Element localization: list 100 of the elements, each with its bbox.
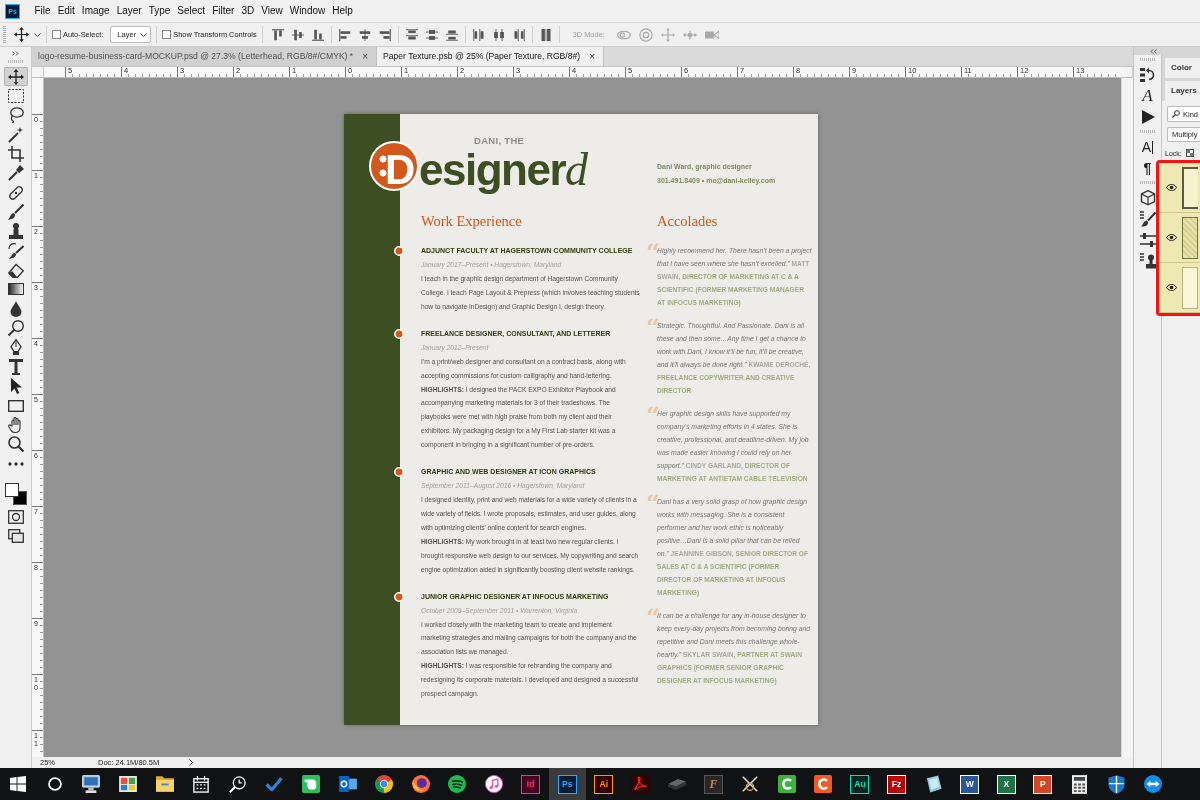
taskbar-button[interactable]: P	[1024, 768, 1062, 800]
taskbar-button[interactable]: W	[951, 768, 989, 800]
lollipop-icon	[7, 320, 24, 337]
menu-item[interactable]: Type	[145, 4, 174, 18]
stamp-icon	[7, 223, 24, 240]
menu-item[interactable]: Layer	[113, 4, 146, 18]
styles-button[interactable]: A	[1139, 88, 1156, 104]
taskbar-button[interactable]: Id	[512, 768, 549, 800]
layer-row[interactable]	[1159, 213, 1200, 263]
undo-list-icon[interactable]	[1139, 67, 1156, 83]
paragraph-button[interactable]: ¶	[1139, 160, 1156, 176]
two-columns-icon[interactable]	[539, 28, 552, 41]
timeline-dot-icon	[394, 328, 404, 339]
glass-pane-icon	[924, 775, 942, 793]
menu-item[interactable]: 3D	[237, 4, 258, 18]
ring-tile-icon	[338, 776, 357, 792]
distribute-center-icon[interactable]	[492, 28, 505, 41]
eraser-icon	[7, 262, 24, 279]
panel-tab[interactable]: Color	[1165, 58, 1200, 78]
auto-select-checkbox[interactable]	[52, 30, 61, 39]
music-note-icon	[485, 775, 503, 793]
menu-item[interactable]: Image	[78, 4, 114, 18]
sound-waves-icon	[448, 775, 467, 793]
close-button[interactable]: ×	[589, 51, 595, 62]
color-swatches-icon[interactable]	[4, 483, 27, 506]
crop-icon	[7, 146, 24, 163]
section-heading: Work Experience	[421, 212, 522, 230]
slab-icon	[668, 778, 686, 790]
checkmark-icon	[265, 777, 284, 791]
caret-icon[interactable]	[34, 32, 41, 37]
menu-item[interactable]: Window	[286, 4, 329, 18]
start-icon	[10, 776, 27, 792]
menu-item[interactable]: Help	[328, 4, 357, 18]
brush-arc-icon	[7, 242, 24, 259]
align-center-icon[interactable]	[358, 28, 371, 41]
menu-item[interactable]: Select	[173, 4, 209, 18]
chevron-right-icon[interactable]	[189, 759, 194, 766]
grip-icon[interactable]	[1139, 181, 1156, 184]
align-bottom-icon[interactable]	[311, 28, 324, 41]
distribute-middle-icon[interactable]	[425, 28, 438, 41]
app-logo: Fz	[887, 774, 907, 794]
app-logo: X	[996, 774, 1016, 794]
move-icon[interactable]	[14, 27, 29, 42]
layer-row[interactable]	[1159, 163, 1200, 213]
double-chevron-icon[interactable]	[12, 51, 19, 56]
cube-icon[interactable]	[1139, 190, 1156, 206]
gradient-icon	[7, 281, 24, 298]
document-tab[interactable]: Paper Texture.psb @ 25% (Paper Texture, RGB/8#) ×	[377, 47, 604, 66]
close-button[interactable]: ×	[362, 51, 369, 62]
grip-icon[interactable]	[1139, 130, 1156, 133]
picture-icon	[119, 776, 138, 792]
stamp-list-icon[interactable]	[1139, 253, 1156, 269]
taskbar-button[interactable]: X	[988, 768, 1025, 800]
caret-icon[interactable]	[140, 32, 148, 37]
double-chevron-icon[interactable]	[1150, 48, 1157, 54]
menu-item[interactable]: Edit	[54, 4, 79, 18]
magic-wand-icon	[7, 126, 24, 143]
logo-wordmark: esignerd	[419, 146, 588, 194]
marquee-icon	[7, 88, 24, 104]
hand-icon	[7, 416, 24, 433]
character-button[interactable]: A	[1139, 139, 1156, 155]
vertical-scrollbar[interactable]	[1121, 78, 1133, 757]
quote-mark: “	[646, 609, 657, 632]
menu-item[interactable]: View	[257, 4, 287, 18]
document-tab[interactable]: logo-resume-business-card-MOCKUP.psd @ 27.3% (Letterhead, RGB/8#/CMYK) * ×	[32, 47, 378, 66]
taskbar-button[interactable]: Au	[841, 768, 879, 800]
rectangle-icon	[7, 397, 24, 414]
distribute-bottom-icon[interactable]	[445, 28, 458, 41]
distribute-top-icon[interactable]	[405, 28, 418, 41]
eye-icon[interactable]	[1166, 234, 1177, 241]
align-middle-icon[interactable]	[291, 28, 304, 41]
menu-item[interactable]: Filter	[208, 4, 238, 18]
taskbar-button[interactable]: Ps	[548, 768, 586, 800]
crossed-tools-icon	[741, 775, 760, 793]
pen-nib-icon	[7, 339, 24, 356]
panel-tab[interactable]: Layers	[1165, 81, 1200, 101]
sliders-icon[interactable]	[1139, 232, 1156, 248]
taskbar-button[interactable]: Fz	[878, 768, 915, 800]
eye-icon[interactable]	[1166, 184, 1177, 191]
checkerboard-icon[interactable]	[1185, 149, 1194, 157]
distribute-left-icon[interactable]	[472, 28, 485, 41]
menu-item[interactable]: File	[31, 4, 55, 18]
align-left-icon[interactable]	[338, 28, 351, 41]
play-icon[interactable]	[1139, 109, 1156, 125]
distribute-right-icon[interactable]	[512, 28, 525, 41]
zoom-icon	[7, 436, 24, 453]
brush-list-icon[interactable]	[1139, 211, 1156, 227]
align-top-icon[interactable]	[271, 28, 284, 41]
grip-icon[interactable]	[7, 60, 24, 63]
more-icon	[7, 461, 24, 466]
timeline-dot-icon	[394, 467, 404, 478]
app-logo: F	[704, 774, 724, 794]
grip-icon[interactable]	[1139, 58, 1156, 61]
taskbar-button[interactable]: F	[695, 768, 732, 800]
transform-controls-checkbox[interactable]	[162, 30, 172, 39]
taskbar-button[interactable]: Ai	[585, 768, 623, 800]
tool-button[interactable]	[3, 67, 28, 87]
grip-icon[interactable]	[3, 25, 6, 44]
align-right-icon[interactable]	[378, 28, 391, 41]
eye-icon[interactable]	[1166, 284, 1177, 291]
